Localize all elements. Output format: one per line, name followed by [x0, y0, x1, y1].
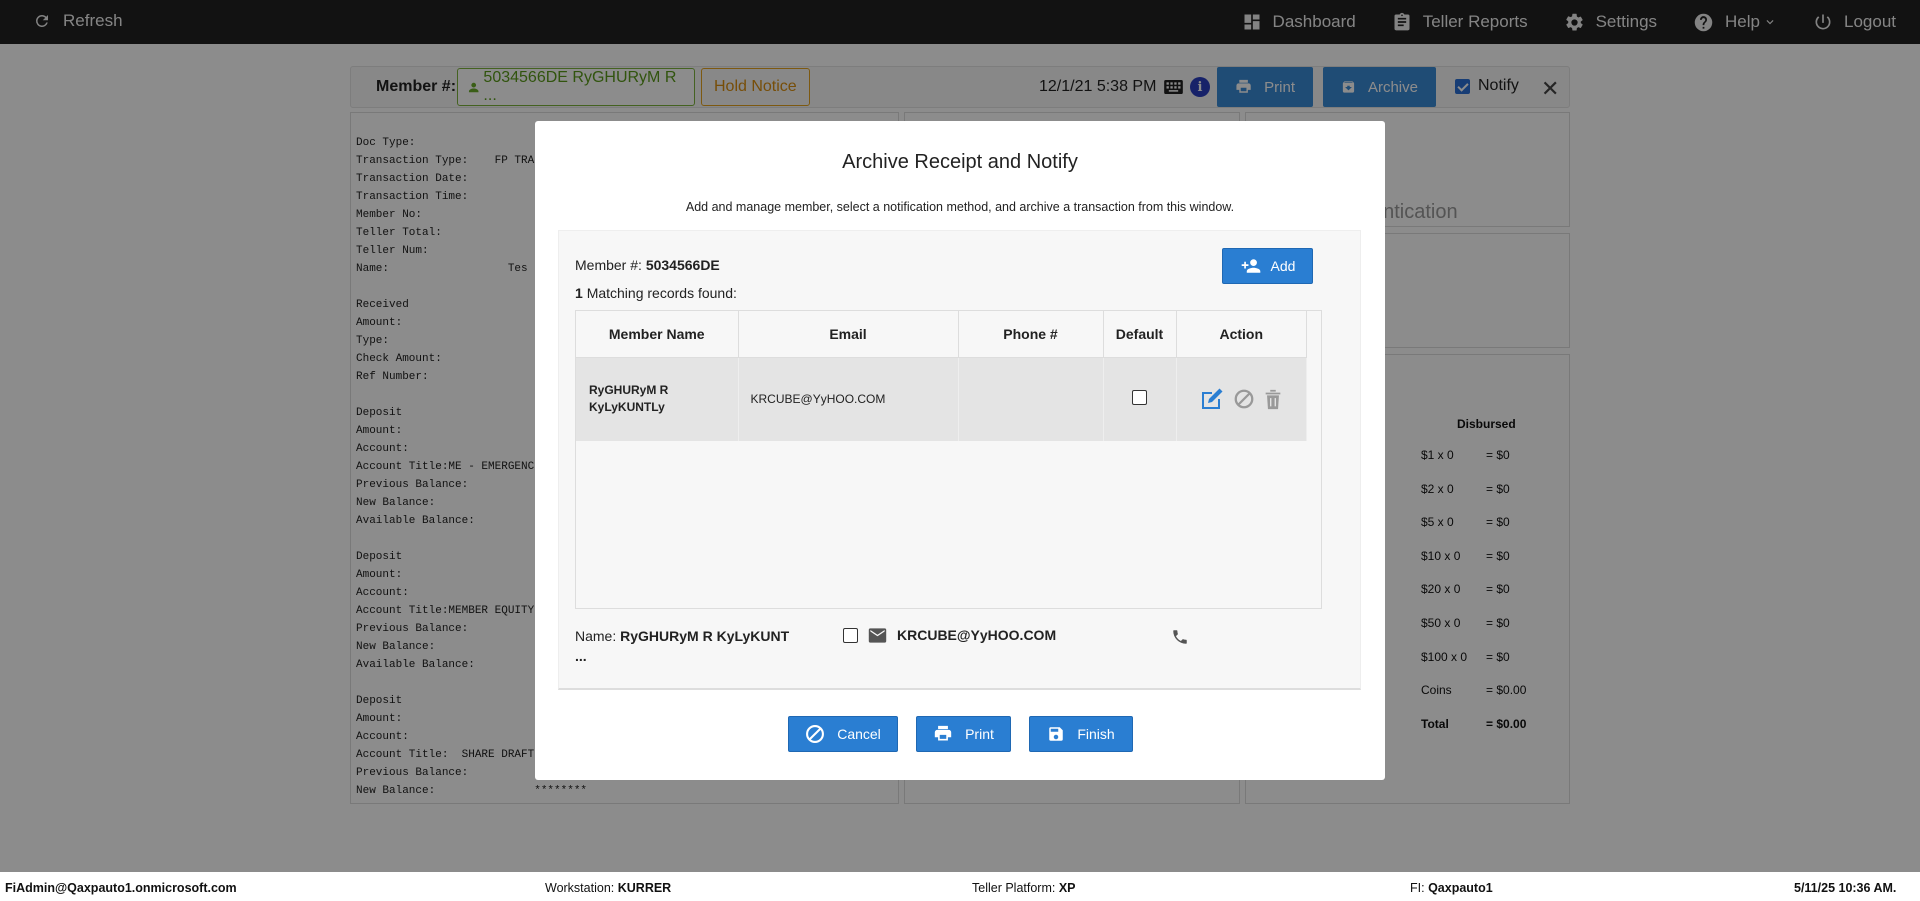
- member-name-line1: RyGHURyM R: [589, 383, 669, 398]
- dialog-member-number: 5034566DE: [645, 257, 720, 273]
- save-icon: [1049, 727, 1064, 741]
- table-row[interactable]: RyGHURyM R KyLyKUNTLy KRCUBE@YyHOO.COM: [576, 357, 1307, 441]
- col-email[interactable]: Email: [738, 311, 959, 358]
- print-label: Print: [965, 726, 994, 742]
- default-checkbox[interactable]: [1132, 390, 1147, 406]
- selected-name-line: Name: RyGHURyM R KyLyKUNT: [575, 628, 789, 644]
- add-label: Add: [1270, 258, 1296, 274]
- add-member-button[interactable]: Add: [1222, 248, 1313, 284]
- fi-value: Qaxpauto1: [1428, 881, 1493, 895]
- fi-label: FI:: [1410, 881, 1425, 895]
- match-count: 1: [575, 285, 583, 301]
- trash-icon[interactable]: [1263, 388, 1283, 410]
- member-number-line: Member #: 5034566DE: [575, 257, 720, 273]
- email-notify-option: KRCUBE@YyHOO.COM: [843, 627, 1056, 643]
- dialog-subtitle: Add and manage member, select a notifica…: [685, 200, 1235, 214]
- status-fi: FI: Qaxpauto1: [1410, 881, 1493, 895]
- col-member-name[interactable]: Member Name: [576, 311, 739, 358]
- workstation-label: Workstation:: [545, 881, 615, 895]
- add-user-icon: [1241, 259, 1260, 273]
- email-notify-checkbox[interactable]: [843, 627, 858, 643]
- name-value: RyGHURyM R KyLyKUNT: [620, 628, 790, 644]
- dialog-member-label: Member #:: [575, 257, 642, 273]
- printer-icon: [934, 725, 952, 741]
- status-bar: FiAdmin@Qaxpauto1.onmicrosoft.com Workst…: [0, 872, 1920, 901]
- print-button[interactable]: Print: [916, 716, 1011, 752]
- cell-member-name: RyGHURyM R KyLyKUNTLy: [576, 357, 739, 441]
- cell-email: KRCUBE@YyHOO.COM: [738, 357, 959, 441]
- platform-value: XP: [1058, 881, 1076, 895]
- cell-phone: [958, 357, 1104, 441]
- cancel-label: Cancel: [837, 726, 881, 742]
- finish-button[interactable]: Finish: [1029, 716, 1133, 752]
- archive-notify-dialog: Archive Receipt and Notify Add and manag…: [535, 121, 1385, 780]
- status-user: FiAdmin@Qaxpauto1.onmicrosoft.com: [5, 881, 237, 895]
- status-workstation: Workstation: KURRER: [545, 881, 671, 895]
- workstation-value: KURRER: [617, 881, 672, 895]
- notify-email-value: KRCUBE@YyHOO.COM: [897, 627, 1057, 643]
- platform-label: Teller Platform:: [972, 881, 1056, 895]
- name-ellipsis: ...: [575, 648, 587, 664]
- cancel-button[interactable]: Cancel: [788, 716, 898, 752]
- col-phone[interactable]: Phone #: [958, 311, 1104, 358]
- cell-action: [1176, 357, 1307, 441]
- email-icon: [868, 627, 887, 643]
- disable-icon[interactable]: [1233, 388, 1255, 410]
- col-action: Action: [1176, 311, 1307, 358]
- table-header-row: Member Name Email Phone # Default Action: [576, 311, 1307, 358]
- phone-icon[interactable]: [1171, 628, 1189, 646]
- member-table: Member Name Email Phone # Default Action…: [576, 311, 1307, 441]
- member-table-container: Member Name Email Phone # Default Action…: [575, 310, 1322, 609]
- dialog-actions: Cancel Print Finish: [535, 716, 1385, 752]
- match-text: Matching records found:: [586, 285, 737, 301]
- dialog-title: Archive Receipt and Notify: [842, 151, 1078, 173]
- cell-default: [1103, 357, 1177, 441]
- member-name-line2: KyLyKUNTLy: [589, 400, 665, 415]
- edit-icon[interactable]: [1199, 387, 1225, 411]
- finish-label: Finish: [1077, 726, 1115, 742]
- dialog-body: Member #: 5034566DE Add 1 Matching recor…: [558, 230, 1361, 690]
- col-default[interactable]: Default: [1103, 311, 1177, 358]
- status-datetime: 5/11/25 10:36 AM.: [1794, 881, 1897, 895]
- cancel-icon: [806, 725, 825, 743]
- status-platform: Teller Platform: XP: [972, 881, 1076, 895]
- match-count-line: 1 Matching records found:: [575, 285, 737, 301]
- name-label: Name:: [575, 628, 617, 644]
